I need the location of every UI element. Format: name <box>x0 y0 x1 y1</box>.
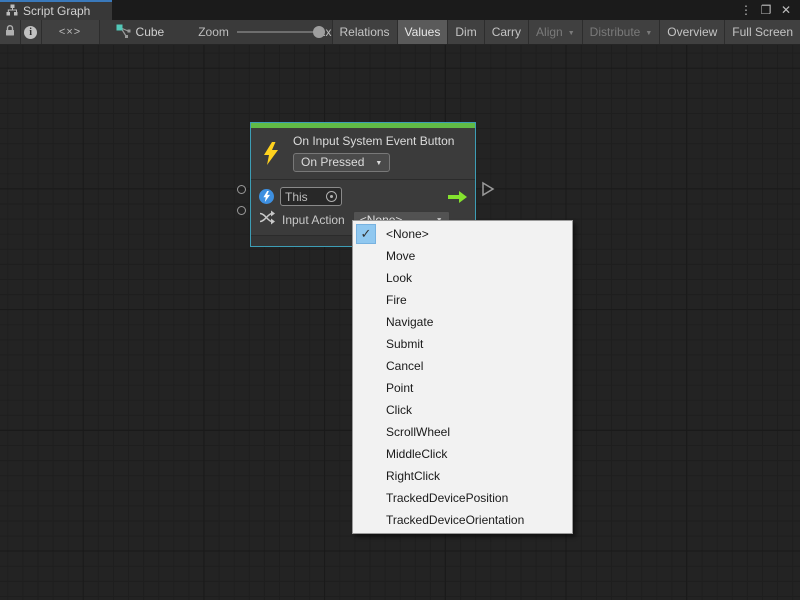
values-button[interactable]: Values <box>397 20 448 44</box>
code-icon: <×> <box>59 26 81 38</box>
lock-button[interactable] <box>0 20 21 44</box>
menu-item-label: <None> <box>386 227 429 241</box>
menu-item[interactable]: Move <box>353 245 572 267</box>
menu-item[interactable]: MiddleClick <box>353 443 572 465</box>
output-flow-port[interactable] <box>481 181 495 202</box>
menu-item[interactable]: Click <box>353 399 572 421</box>
node-header: On Input System Event Button On Pressed … <box>251 128 475 179</box>
tab-bar: Script Graph ⋮ ❐ ✕ <box>0 0 800 20</box>
menu-item-label: Navigate <box>386 315 433 329</box>
breadcrumb[interactable]: Cube <box>116 20 165 44</box>
menu-item-label: Move <box>386 249 415 263</box>
trigger-dropdown[interactable]: On Pressed ▼ <box>293 153 390 172</box>
carry-button[interactable]: Carry <box>484 20 528 44</box>
trigger-label: On Pressed <box>301 155 364 169</box>
menu-item[interactable]: ✓ <None> <box>353 223 572 245</box>
info-icon: i <box>24 26 37 39</box>
zoom-slider[interactable] <box>237 26 313 38</box>
chevron-down-icon: ▼ <box>568 30 575 37</box>
input-port-this[interactable] <box>237 185 246 194</box>
zoom-label: Zoom <box>198 25 229 39</box>
input-port-action[interactable] <box>237 206 246 215</box>
input-action-menu: ✓ <None> Move Look Fire Navigate Submit Cancel P… <box>352 220 573 534</box>
menu-item[interactable]: Cancel <box>353 355 572 377</box>
full-screen-label: Full Screen <box>732 25 793 39</box>
dim-button[interactable]: Dim <box>447 20 483 44</box>
inspect-button[interactable]: i <box>21 20 42 44</box>
distribute-label: Distribute <box>590 25 641 39</box>
zoom-slider-handle[interactable] <box>313 26 325 38</box>
menu-item[interactable]: ScrollWheel <box>353 421 572 443</box>
full-screen-button[interactable]: Full Screen <box>724 20 800 44</box>
menu-item-label: RightClick <box>386 469 440 483</box>
menu-item[interactable]: TrackedDeviceOrientation <box>353 509 572 531</box>
flow-arrow-icon <box>448 191 467 203</box>
distribute-button[interactable]: Distribute ▼ <box>582 20 660 44</box>
menu-item-label: MiddleClick <box>386 447 447 461</box>
this-object-field[interactable]: This <box>280 187 342 206</box>
overview-button[interactable]: Overview <box>659 20 724 44</box>
values-label: Values <box>405 25 441 39</box>
close-icon[interactable]: ✕ <box>778 3 794 17</box>
chevron-down-icon: ▼ <box>645 30 652 37</box>
align-button[interactable]: Align ▼ <box>528 20 582 44</box>
menu-item-label: Cancel <box>386 359 423 373</box>
tab-label: Script Graph <box>23 4 90 18</box>
input-action-type-icon <box>259 210 275 230</box>
graph-toolbar: i <×> Cube Zoom 1x Relations <box>0 20 800 45</box>
check-icon: ✓ <box>356 224 376 244</box>
graph-canvas[interactable]: On Input System Event Button On Pressed … <box>0 45 800 600</box>
object-picker-icon[interactable] <box>326 191 337 202</box>
menu-item[interactable]: Point <box>353 377 572 399</box>
relations-label: Relations <box>340 25 390 39</box>
this-port-row: This <box>259 185 467 208</box>
code-view-button[interactable]: <×> <box>42 20 100 44</box>
this-field-label: This <box>285 190 308 204</box>
chevron-down-icon: ▼ <box>375 160 382 167</box>
input-action-label: Input Action <box>282 213 345 227</box>
breadcrumb-label: Cube <box>136 25 165 39</box>
menu-item-label: Submit <box>386 337 423 351</box>
window-controls: ⋮ ❐ ✕ <box>738 0 800 20</box>
menu-item[interactable]: RightClick <box>353 465 572 487</box>
menu-item-label: Click <box>386 403 412 417</box>
maximize-icon[interactable]: ❐ <box>758 3 774 17</box>
node-title: On Input System Event Button <box>293 134 454 148</box>
dim-label: Dim <box>455 25 476 39</box>
tab-script-graph[interactable]: Script Graph <box>0 0 112 20</box>
menu-item[interactable]: TrackedDevicePosition <box>353 487 572 509</box>
graph-node-icon <box>116 24 131 41</box>
carry-label: Carry <box>492 25 521 39</box>
menu-item[interactable]: Look <box>353 267 572 289</box>
overview-label: Overview <box>667 25 717 39</box>
script-graph-window: Script Graph ⋮ ❐ ✕ i <×> <box>0 0 800 600</box>
relations-button[interactable]: Relations <box>332 20 397 44</box>
zoom-slider-track[interactable] <box>237 31 313 33</box>
menu-item-label: TrackedDeviceOrientation <box>386 513 524 527</box>
menu-item[interactable]: Fire <box>353 289 572 311</box>
event-bolt-icon <box>261 134 283 172</box>
value-port-icon <box>259 189 274 204</box>
lock-icon <box>4 24 16 40</box>
menu-item[interactable]: Navigate <box>353 311 572 333</box>
graph-hierarchy-icon <box>6 4 18 19</box>
align-label: Align <box>536 25 563 39</box>
menu-item-label: Fire <box>386 293 407 307</box>
menu-item-label: TrackedDevicePosition <box>386 491 508 505</box>
menu-item[interactable]: Submit <box>353 333 572 355</box>
toolbar-buttons: Relations Values Dim Carry Align ▼ Distr… <box>332 20 800 44</box>
menu-item-label: Look <box>386 271 412 285</box>
menu-item-label: Point <box>386 381 413 395</box>
window-menu-icon[interactable]: ⋮ <box>738 3 754 17</box>
menu-item-label: ScrollWheel <box>386 425 450 439</box>
